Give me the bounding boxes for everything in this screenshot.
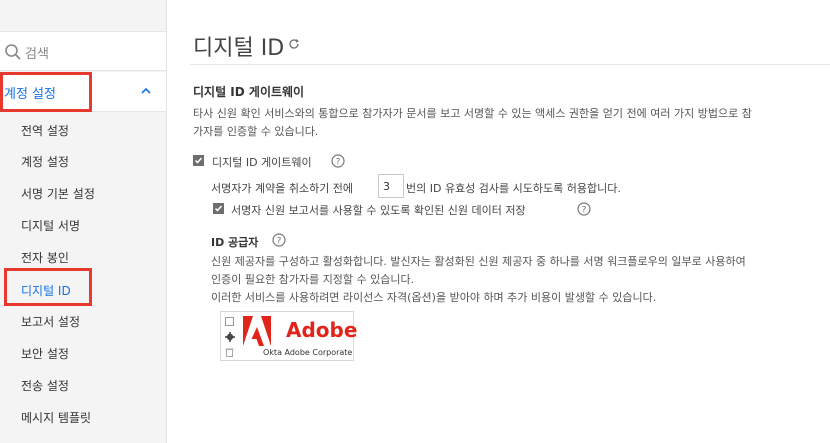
idp-description: 신원 제공자를 구성하고 활성화합니다. 발신자는 활성화된 신원 제공자 중 … — [211, 253, 830, 307]
sidebar-item-account-settings[interactable]: 계정 설정 — [21, 153, 69, 170]
description-line: 타사 신원 확인 서비스와의 통합으로 참가자가 문서를 보고 서명할 수 있는… — [193, 107, 752, 120]
search-input[interactable]: 검색 — [25, 43, 49, 62]
store-identity-checkbox[interactable] — [213, 203, 224, 214]
highlight-box-group — [0, 72, 92, 112]
provider-select-checkbox[interactable] — [225, 317, 234, 326]
svg-text:?: ? — [582, 206, 587, 216]
idp-description-line: 이러한 서비스를 사용하려면 라이선스 자격(옵션)을 받아야 하며 추가 비용… — [211, 291, 657, 304]
sidebar-item-report-settings[interactable]: 보고서 설정 — [21, 313, 80, 330]
idp-description-line: 신원 제공자를 구성하고 활성화합니다. 발신자는 활성화된 신원 제공자 중 … — [211, 255, 746, 268]
page-title: 디지털 ID — [193, 36, 285, 61]
retry-count-input[interactable]: 3 — [378, 174, 404, 198]
adobe-logo-icon — [243, 316, 271, 346]
section-title: 디지털 ID 게이트웨이 — [193, 85, 305, 99]
retry-text-before: 서명자가 계약을 취소하기 전에 — [211, 182, 354, 195]
trash-icon[interactable] — [225, 347, 234, 357]
provider-subtitle: Okta Adobe Corporate — [263, 348, 353, 357]
description-line: 가자를 인증할 수 있습니다. — [193, 125, 319, 138]
sidebar-item-message-templates[interactable]: 메시지 템플릿 — [21, 409, 91, 426]
gateway-checkbox[interactable] — [193, 155, 204, 166]
svg-text:?: ? — [277, 237, 282, 247]
sidebar-item-global-settings[interactable]: 전역 설정 — [21, 122, 69, 139]
sidebar: 검색 계정 설정 전역 설정 계정 설정 서명 기본 설정 디지털 서명 전자 … — [0, 0, 167, 443]
sidebar-item-signature-preferences[interactable]: 서명 기본 설정 — [21, 185, 95, 202]
chevron-up-icon[interactable] — [140, 86, 152, 96]
refresh-icon[interactable] — [288, 38, 300, 50]
gear-icon[interactable] — [225, 332, 235, 342]
help-icon[interactable]: ? — [272, 233, 286, 247]
retry-text-after: 번의 ID 유효성 검사를 시도하도록 허용합니다. — [406, 182, 621, 195]
help-icon[interactable]: ? — [331, 154, 345, 168]
provider-card-adobe[interactable]: Adobe Okta Adobe Corporate — [220, 311, 358, 361]
title-divider — [190, 64, 830, 65]
section-description: 타사 신원 확인 서비스와의 통합으로 참가자가 문서를 보고 서명할 수 있는… — [193, 105, 830, 141]
search-box[interactable]: 검색 — [0, 31, 166, 71]
gateway-checkbox-label: 디지털 ID 게이트웨이 — [212, 156, 312, 169]
idp-title: ID 공급자 — [211, 236, 259, 249]
sidebar-item-electronic-seals[interactable]: 전자 봉인 — [21, 249, 69, 266]
sidebar-item-digital-signatures[interactable]: 디지털 서명 — [21, 217, 80, 234]
store-identity-label: 서명자 신원 보고서를 사용할 수 있도록 확인된 신원 데이터 저장 — [231, 204, 526, 217]
help-icon[interactable]: ? — [577, 202, 591, 216]
search-icon — [5, 44, 21, 60]
provider-brand: Adobe — [286, 318, 358, 342]
highlight-box-digital-id — [4, 268, 92, 306]
idp-description-line: 인증이 필요한 참가자를 지정할 수 있습니다. — [211, 273, 415, 286]
sidebar-item-send-settings[interactable]: 전송 설정 — [21, 377, 69, 394]
sidebar-item-security-settings[interactable]: 보안 설정 — [21, 345, 69, 362]
svg-text:?: ? — [336, 158, 341, 168]
